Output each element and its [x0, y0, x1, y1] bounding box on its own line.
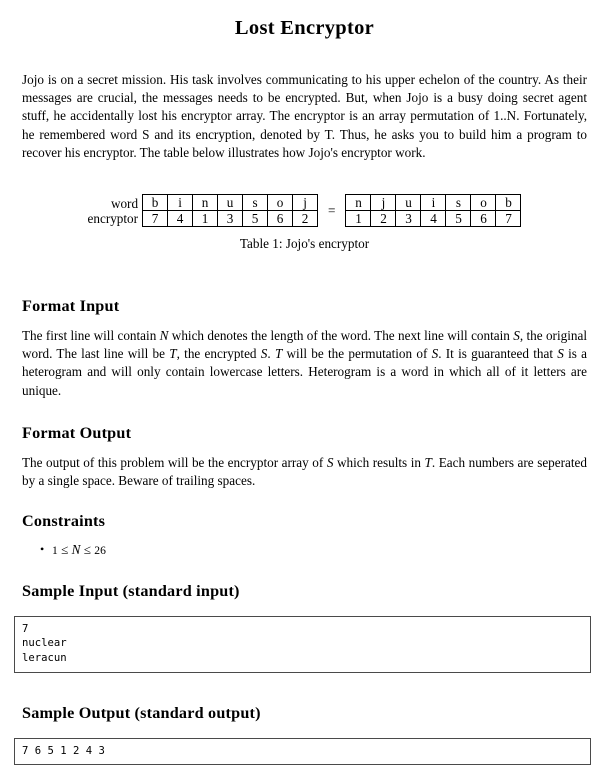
sample-input-code-box[interactable]: 7 nuclear leracun: [14, 616, 591, 673]
encryptor-table-right: n j u i s o b 1 2 3 4 5 6 7: [345, 194, 522, 227]
table-row: 1 2 3 4 5 6 7: [345, 210, 522, 227]
cell-encryptor: 3: [217, 210, 244, 227]
constraints-list: 1 ≤ N ≤ 26: [22, 541, 106, 559]
sample-output-code-box[interactable]: 7 6 5 1 2 4 3: [14, 738, 591, 765]
math-variable-t: T: [169, 346, 177, 362]
list-item: 1 ≤ N ≤ 26: [40, 541, 106, 559]
cell-encryptor: 5: [445, 210, 472, 227]
cell-word: u: [217, 194, 244, 211]
cell-word: o: [267, 194, 294, 211]
text-run: , the encrypted: [176, 346, 261, 362]
encryptor-table: word encryptor b i n u s o j 7 4 1 3 5 6…: [0, 194, 609, 227]
equals-sign: =: [328, 202, 336, 218]
text-run: . It is guaranteed that: [438, 346, 558, 362]
cell-encryptor: 6: [267, 210, 294, 227]
encryptor-table-inner: word encryptor b i n u s o j 7 4 1 3 5 6…: [88, 194, 522, 227]
format-output-body: The output of this problem will be the e…: [22, 454, 587, 490]
cell-word: i: [420, 194, 447, 211]
less-than-or-equal-icon: ≤: [83, 542, 91, 557]
table-caption: Table 1: Jojo's encryptor: [239, 236, 370, 251]
table-row: n j u i s o b: [345, 194, 522, 211]
cell-encryptor: 7: [142, 210, 169, 227]
cell-encryptor: 6: [470, 210, 497, 227]
heading-constraints: Constraints: [22, 512, 106, 530]
cell-encryptor: 4: [167, 210, 194, 227]
cell-encryptor: 2: [370, 210, 397, 227]
cell-encryptor: 4: [420, 210, 447, 227]
constraint-lower-bound: 1: [52, 544, 58, 557]
text-run: which denotes the length of the word. Th…: [168, 328, 514, 343]
encryptor-table-left: b i n u s o j 7 4 1 3 5 6 2: [142, 194, 319, 227]
text-run: which results in: [333, 455, 425, 470]
cell-encryptor: 7: [495, 210, 522, 227]
document-page: Lost Encryptor Jojo is on a secret missi…: [0, 16, 609, 774]
math-variable-s: S: [557, 346, 564, 362]
heading-format-input: Format Input: [22, 297, 120, 315]
heading-format-output: Format Output: [22, 424, 132, 442]
constraint-expression: 1 ≤ N ≤ 26: [52, 542, 106, 557]
cell-encryptor: 2: [292, 210, 319, 227]
page-title: Lost Encryptor: [234, 17, 375, 39]
cell-encryptor: 3: [395, 210, 422, 227]
cell-encryptor: 5: [242, 210, 269, 227]
text-run: will be the permutation of: [282, 346, 432, 362]
math-variable-t: T: [424, 455, 432, 470]
text-run: The output of this problem will be the e…: [22, 455, 327, 470]
cell-word: j: [292, 194, 319, 211]
text-run: The first line will contain: [22, 328, 160, 343]
format-input-body: The first line will contain N which deno…: [22, 327, 587, 400]
cell-word: j: [370, 194, 397, 211]
row-label-word: word: [110, 195, 139, 211]
heading-sample-input: Sample Input (standard input): [22, 582, 240, 600]
cell-encryptor: 1: [345, 210, 372, 227]
encryptor-table-row-labels: word encryptor: [88, 196, 143, 226]
constraint-upper-bound: 26: [94, 544, 106, 557]
cell-word: n: [345, 194, 372, 211]
cell-word: i: [167, 194, 194, 211]
less-than-or-equal-icon: ≤: [61, 542, 69, 557]
cell-word: o: [470, 194, 497, 211]
cell-word: s: [445, 194, 472, 211]
intro-paragraph: Jojo is on a secret mission. His task in…: [22, 72, 587, 160]
table-row: b i n u s o j: [142, 194, 319, 211]
cell-encryptor: 1: [192, 210, 219, 227]
heading-sample-output: Sample Output (standard output): [22, 704, 261, 722]
math-variable-n: N: [71, 542, 81, 557]
text-run: .: [267, 346, 275, 362]
cell-word: b: [495, 194, 522, 211]
math-variable-s: S: [513, 328, 520, 343]
cell-word: b: [142, 194, 169, 211]
table-row: 7 4 1 3 5 6 2: [142, 210, 319, 227]
cell-word: u: [395, 194, 422, 211]
row-label-encryptor: encryptor: [87, 210, 139, 226]
cell-word: s: [242, 194, 269, 211]
cell-word: n: [192, 194, 219, 211]
